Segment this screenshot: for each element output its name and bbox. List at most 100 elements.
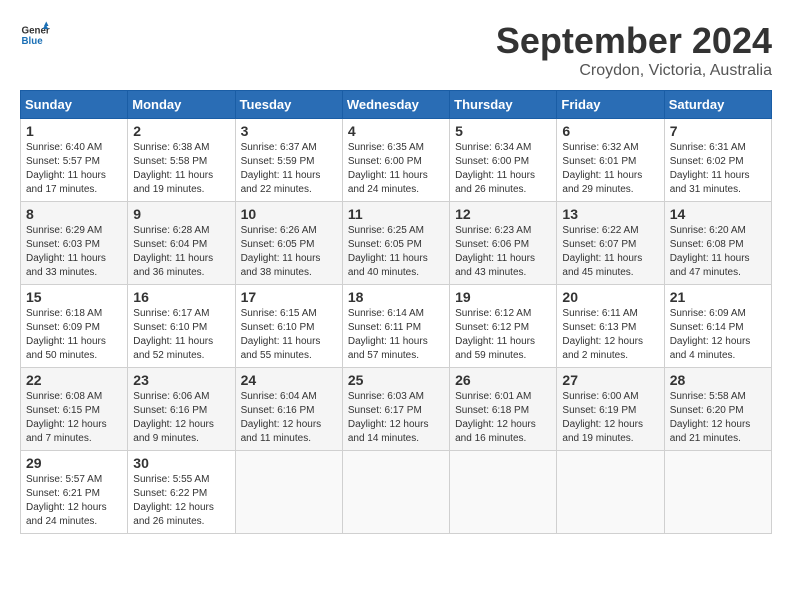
calendar-table: Sunday Monday Tuesday Wednesday Thursday…: [20, 90, 772, 534]
empty-cell: [664, 451, 771, 534]
col-saturday: Saturday: [664, 91, 771, 119]
day-cell-17: 17Sunrise: 6:15 AMSunset: 6:10 PMDayligh…: [235, 285, 342, 368]
month-year-title: September 2024: [496, 20, 772, 62]
day-cell-18: 18Sunrise: 6:14 AMSunset: 6:11 PMDayligh…: [342, 285, 449, 368]
day-info: Sunrise: 5:58 AMSunset: 6:20 PMDaylight:…: [670, 391, 751, 444]
day-info: Sunrise: 6:28 AMSunset: 6:04 PMDaylight:…: [133, 225, 213, 278]
col-sunday: Sunday: [21, 91, 128, 119]
day-cell-21: 21 Sunrise: 6:09 AMSunset: 6:14 PMDayligh…: [664, 285, 771, 368]
day-info: Sunrise: 6:26 AMSunset: 6:05 PMDaylight:…: [241, 225, 321, 278]
day-number: 23: [133, 372, 229, 388]
day-cell-23: 23 Sunrise: 6:06 AMSunset: 6:16 PMDayligh…: [128, 368, 235, 451]
empty-cell: [342, 451, 449, 534]
empty-cell: [235, 451, 342, 534]
day-cell-1: 1Sunrise: 6:40 AMSunset: 5:57 PMDaylight…: [21, 119, 128, 202]
day-number: 7: [670, 123, 766, 139]
day-cell-30: 30 Sunrise: 5:55 AMSunset: 6:22 PMDayligh…: [128, 451, 235, 534]
day-cell-15: 15 Sunrise: 6:18 AMSunset: 6:09 PMDayligh…: [21, 285, 128, 368]
day-cell-7: 7 Sunrise: 6:31 AMSunset: 6:02 PMDaylight…: [664, 119, 771, 202]
day-info: Sunrise: 6:08 AMSunset: 6:15 PMDaylight:…: [26, 391, 107, 444]
day-cell-24: 24 Sunrise: 6:04 AMSunset: 6:16 PMDayligh…: [235, 368, 342, 451]
day-number: 6: [562, 123, 658, 139]
day-cell-13: 13 Sunrise: 6:22 AMSunset: 6:07 PMDayligh…: [557, 202, 664, 285]
day-number: 2: [133, 123, 229, 139]
day-cell-8: 8 Sunrise: 6:29 AMSunset: 6:03 PMDaylight…: [21, 202, 128, 285]
day-number: 16: [133, 289, 229, 305]
day-cell-26: 26 Sunrise: 6:01 AMSunset: 6:18 PMDayligh…: [450, 368, 557, 451]
day-number: 30: [133, 455, 229, 471]
day-info: Sunrise: 5:55 AMSunset: 6:22 PMDaylight:…: [133, 474, 214, 527]
day-info: Sunrise: 6:18 AMSunset: 6:09 PMDaylight:…: [26, 308, 106, 361]
day-number: 8: [26, 206, 122, 222]
day-number: 12: [455, 206, 551, 222]
col-wednesday: Wednesday: [342, 91, 449, 119]
day-info: Sunrise: 6:09 AMSunset: 6:14 PMDaylight:…: [670, 308, 751, 361]
empty-cell: [557, 451, 664, 534]
day-info: Sunrise: 6:22 AMSunset: 6:07 PMDaylight:…: [562, 225, 642, 278]
day-cell-3: 3 Sunrise: 6:37 AMSunset: 5:59 PMDaylight…: [235, 119, 342, 202]
day-cell-9: 9 Sunrise: 6:28 AMSunset: 6:04 PMDaylight…: [128, 202, 235, 285]
logo: General Blue: [20, 20, 50, 50]
day-info: Sunrise: 6:31 AMSunset: 6:02 PMDaylight:…: [670, 142, 750, 195]
day-cell-20: 20 Sunrise: 6:11 AMSunset: 6:13 PMDayligh…: [557, 285, 664, 368]
calendar-week-4: 22 Sunrise: 6:08 AMSunset: 6:15 PMDayligh…: [21, 368, 772, 451]
day-number: 28: [670, 372, 766, 388]
day-info: Sunrise: 6:03 AMSunset: 6:17 PMDaylight:…: [348, 391, 429, 444]
day-info: Sunrise: 6:01 AMSunset: 6:18 PMDaylight:…: [455, 391, 536, 444]
day-info: Sunrise: 6:38 AMSunset: 5:58 PMDaylight:…: [133, 142, 213, 195]
day-info: Sunrise: 6:06 AMSunset: 6:16 PMDaylight:…: [133, 391, 214, 444]
day-info: Sunrise: 6:17 AMSunset: 6:10 PMDaylight:…: [133, 308, 213, 361]
logo-icon: General Blue: [20, 20, 50, 50]
day-number: 19: [455, 289, 551, 305]
day-number: 24: [241, 372, 337, 388]
day-number: 20: [562, 289, 658, 305]
day-cell-16: 16 Sunrise: 6:17 AMSunset: 6:10 PMDayligh…: [128, 285, 235, 368]
day-number: 4: [348, 123, 444, 139]
day-cell-19: 19 Sunrise: 6:12 AMSunset: 6:12 PMDayligh…: [450, 285, 557, 368]
day-info: Sunrise: 6:37 AMSunset: 5:59 PMDaylight:…: [241, 142, 321, 195]
day-number: 9: [133, 206, 229, 222]
day-info: Sunrise: 6:34 AMSunset: 6:00 PMDaylight:…: [455, 142, 535, 195]
col-tuesday: Tuesday: [235, 91, 342, 119]
day-number: 5: [455, 123, 551, 139]
col-friday: Friday: [557, 91, 664, 119]
day-number: 14: [670, 206, 766, 222]
day-info: Sunrise: 6:35 AMSunset: 6:00 PMDaylight:…: [348, 142, 428, 195]
day-number: 15: [26, 289, 122, 305]
day-info: Sunrise: 6:12 AMSunset: 6:12 PMDaylight:…: [455, 308, 535, 361]
calendar-week-2: 8 Sunrise: 6:29 AMSunset: 6:03 PMDaylight…: [21, 202, 772, 285]
day-number: 10: [241, 206, 337, 222]
day-cell-10: 10 Sunrise: 6:26 AMSunset: 6:05 PMDayligh…: [235, 202, 342, 285]
day-cell-25: 25 Sunrise: 6:03 AMSunset: 6:17 PMDayligh…: [342, 368, 449, 451]
col-monday: Monday: [128, 91, 235, 119]
day-number: 13: [562, 206, 658, 222]
day-cell-27: 27Sunrise: 6:00 AMSunset: 6:19 PMDayligh…: [557, 368, 664, 451]
day-cell-2: 2 Sunrise: 6:38 AMSunset: 5:58 PMDaylight…: [128, 119, 235, 202]
day-info: Sunrise: 6:04 AMSunset: 6:16 PMDaylight:…: [241, 391, 322, 444]
day-number: 25: [348, 372, 444, 388]
day-number: 11: [348, 206, 444, 222]
day-cell-5: 5 Sunrise: 6:34 AMSunset: 6:00 PMDaylight…: [450, 119, 557, 202]
col-thursday: Thursday: [450, 91, 557, 119]
day-number: 17: [241, 289, 337, 305]
day-cell-11: 11Sunrise: 6:25 AMSunset: 6:05 PMDayligh…: [342, 202, 449, 285]
calendar-week-3: 15 Sunrise: 6:18 AMSunset: 6:09 PMDayligh…: [21, 285, 772, 368]
day-cell-29: 29Sunrise: 5:57 AMSunset: 6:21 PMDayligh…: [21, 451, 128, 534]
day-number: 22: [26, 372, 122, 388]
day-cell-6: 6 Sunrise: 6:32 AMSunset: 6:01 PMDaylight…: [557, 119, 664, 202]
header-row: Sunday Monday Tuesday Wednesday Thursday…: [21, 91, 772, 119]
day-number: 21: [670, 289, 766, 305]
day-cell-14: 14Sunrise: 6:20 AMSunset: 6:08 PMDayligh…: [664, 202, 771, 285]
day-info: Sunrise: 6:29 AMSunset: 6:03 PMDaylight:…: [26, 225, 106, 278]
day-number: 26: [455, 372, 551, 388]
day-info: Sunrise: 6:32 AMSunset: 6:01 PMDaylight:…: [562, 142, 642, 195]
svg-text:Blue: Blue: [22, 36, 44, 47]
day-cell-4: 4 Sunrise: 6:35 AMSunset: 6:00 PMDaylight…: [342, 119, 449, 202]
day-cell-28: 28 Sunrise: 5:58 AMSunset: 6:20 PMDayligh…: [664, 368, 771, 451]
day-number: 3: [241, 123, 337, 139]
page-header: General Blue September 2024 Croydon, Vic…: [20, 20, 772, 80]
day-info: Sunrise: 6:23 AMSunset: 6:06 PMDaylight:…: [455, 225, 535, 278]
day-number: 18: [348, 289, 444, 305]
calendar-week-1: 1Sunrise: 6:40 AMSunset: 5:57 PMDaylight…: [21, 119, 772, 202]
day-info: Sunrise: 6:11 AMSunset: 6:13 PMDaylight:…: [562, 308, 643, 361]
